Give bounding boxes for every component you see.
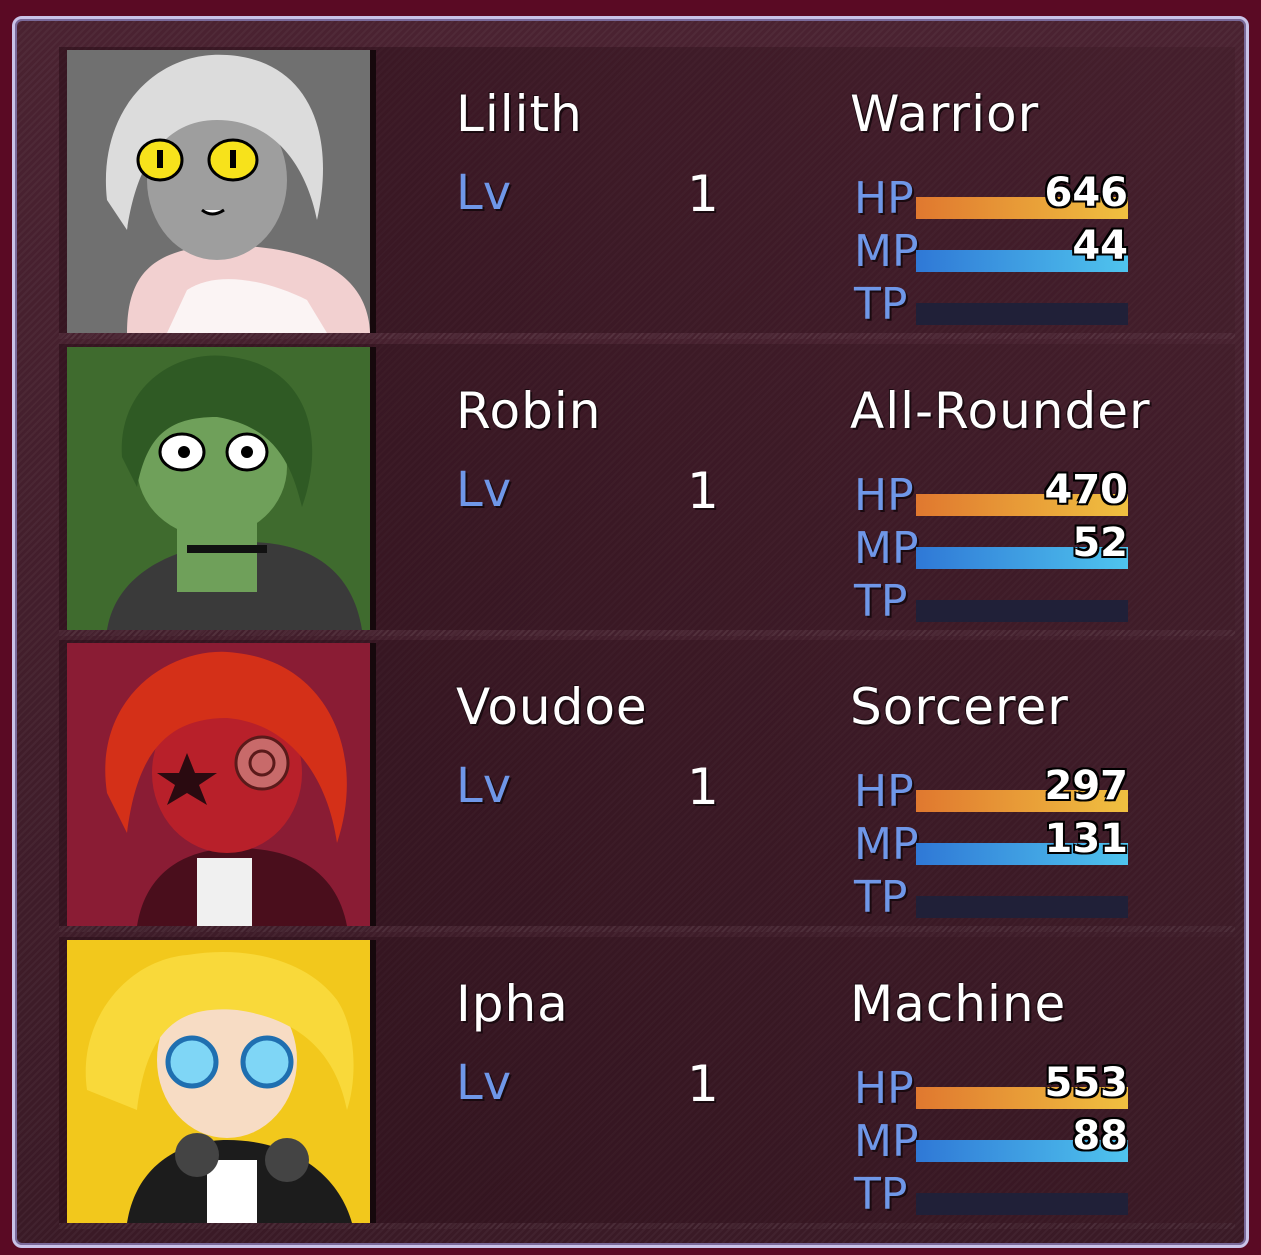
- tp-gauge: TP: [854, 281, 1144, 329]
- mp-label: MP: [854, 523, 919, 574]
- portrait-robin: [67, 347, 376, 630]
- hp-value: 553: [1044, 1060, 1129, 1106]
- mp-gauge: MP 52: [854, 520, 1144, 574]
- tp-bar: [916, 600, 1128, 622]
- member-class: Warrior: [850, 85, 1040, 143]
- party-member-row[interactable]: Voudoe Sorcerer Lv 1 HP 297 MP 131 TP: [59, 640, 1235, 932]
- hp-label: HP: [854, 1063, 914, 1114]
- level-value: 1: [687, 1055, 719, 1113]
- tp-bar: [916, 1193, 1128, 1215]
- voudoe-portrait-image: [67, 643, 370, 926]
- member-name: Voudoe: [456, 678, 648, 736]
- member-name: Robin: [456, 382, 602, 440]
- tp-label: TP: [854, 872, 908, 923]
- tp-label: TP: [854, 1169, 908, 1220]
- mp-value: 52: [1072, 520, 1128, 566]
- level-value: 1: [687, 165, 719, 223]
- mp-label: MP: [854, 1116, 919, 1167]
- mp-gauge: MP 131: [854, 816, 1144, 870]
- mp-value: 88: [1072, 1113, 1128, 1159]
- hp-label: HP: [854, 173, 914, 224]
- mp-label: MP: [854, 819, 919, 870]
- level-label: Lv: [456, 758, 512, 814]
- mp-gauge: MP 44: [854, 223, 1144, 277]
- member-class: Machine: [850, 975, 1067, 1033]
- member-class: All-Rounder: [850, 382, 1151, 440]
- tp-gauge: TP: [854, 578, 1144, 626]
- hp-label: HP: [854, 470, 914, 521]
- member-class: Sorcerer: [850, 678, 1069, 736]
- hp-gauge: HP 297: [854, 763, 1144, 817]
- tp-gauge: TP: [854, 874, 1144, 922]
- hp-label: HP: [854, 766, 914, 817]
- mp-gauge: MP 88: [854, 1113, 1144, 1167]
- member-name: Ipha: [456, 975, 569, 1033]
- hp-value: 470: [1044, 467, 1129, 513]
- portrait-voudoe: [67, 643, 376, 926]
- party-member-row[interactable]: Robin All-Rounder Lv 1 HP 470 MP 52 TP: [59, 344, 1235, 636]
- mp-value: 131: [1044, 816, 1129, 862]
- level-label: Lv: [456, 462, 512, 518]
- level-label: Lv: [456, 1055, 512, 1111]
- mp-value: 44: [1072, 223, 1128, 269]
- lilith-portrait-image: [67, 50, 370, 333]
- hp-gauge: HP 553: [854, 1060, 1144, 1114]
- level-label: Lv: [456, 165, 512, 221]
- party-status-window: Lilith Warrior Lv 1 HP 646 MP 44 TP Robi…: [12, 16, 1249, 1248]
- hp-gauge: HP 646: [854, 170, 1144, 224]
- tp-bar: [916, 303, 1128, 325]
- mp-label: MP: [854, 226, 919, 277]
- robin-portrait-image: [67, 347, 370, 630]
- party-member-row[interactable]: Ipha Machine Lv 1 HP 553 MP 88 TP: [59, 937, 1235, 1229]
- level-value: 1: [687, 462, 719, 520]
- member-name: Lilith: [456, 85, 583, 143]
- hp-value: 297: [1044, 763, 1129, 809]
- portrait-lilith: [67, 50, 376, 333]
- level-value: 1: [687, 758, 719, 816]
- tp-bar: [916, 896, 1128, 918]
- hp-value: 646: [1044, 170, 1129, 216]
- portrait-ipha: [67, 940, 376, 1223]
- party-member-row[interactable]: Lilith Warrior Lv 1 HP 646 MP 44 TP: [59, 47, 1235, 339]
- tp-gauge: TP: [854, 1171, 1144, 1219]
- ipha-portrait-image: [67, 940, 370, 1223]
- tp-label: TP: [854, 576, 908, 627]
- hp-gauge: HP 470: [854, 467, 1144, 521]
- tp-label: TP: [854, 279, 908, 330]
